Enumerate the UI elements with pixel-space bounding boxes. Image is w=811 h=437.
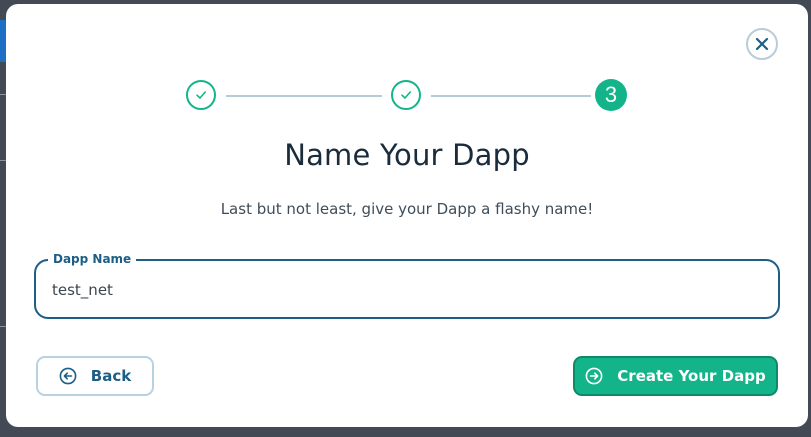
check-icon [194, 88, 208, 102]
dapp-name-label: Dapp Name [48, 251, 137, 267]
step-number: 3 [604, 82, 618, 107]
close-icon [755, 37, 769, 51]
create-button-label: Create Your Dapp [617, 367, 766, 385]
back-button-label: Back [90, 367, 132, 385]
step-3-active: 3 [595, 79, 627, 111]
step-1-complete [186, 80, 216, 110]
modal-backdrop: 3 Name Your Dapp Last but not least, giv… [0, 0, 811, 437]
dapp-name-input[interactable] [52, 277, 752, 303]
close-button[interactable] [746, 28, 778, 60]
create-dapp-button[interactable]: Create Your Dapp [573, 356, 778, 396]
step-connector [431, 95, 591, 97]
name-dapp-modal: 3 Name Your Dapp Last but not least, giv… [6, 4, 808, 427]
arrow-left-circle-icon [59, 367, 77, 385]
step-2-complete [391, 80, 421, 110]
modal-subtitle: Last but not least, give your Dapp a fla… [220, 200, 594, 218]
progress-stepper: 3 [186, 79, 628, 114]
back-button[interactable]: Back [36, 356, 154, 396]
dapp-name-field: Dapp Name [34, 251, 780, 319]
check-icon [399, 88, 413, 102]
step-connector [226, 95, 382, 97]
modal-title: Name Your Dapp [284, 138, 530, 172]
arrow-right-circle-icon [585, 367, 603, 385]
